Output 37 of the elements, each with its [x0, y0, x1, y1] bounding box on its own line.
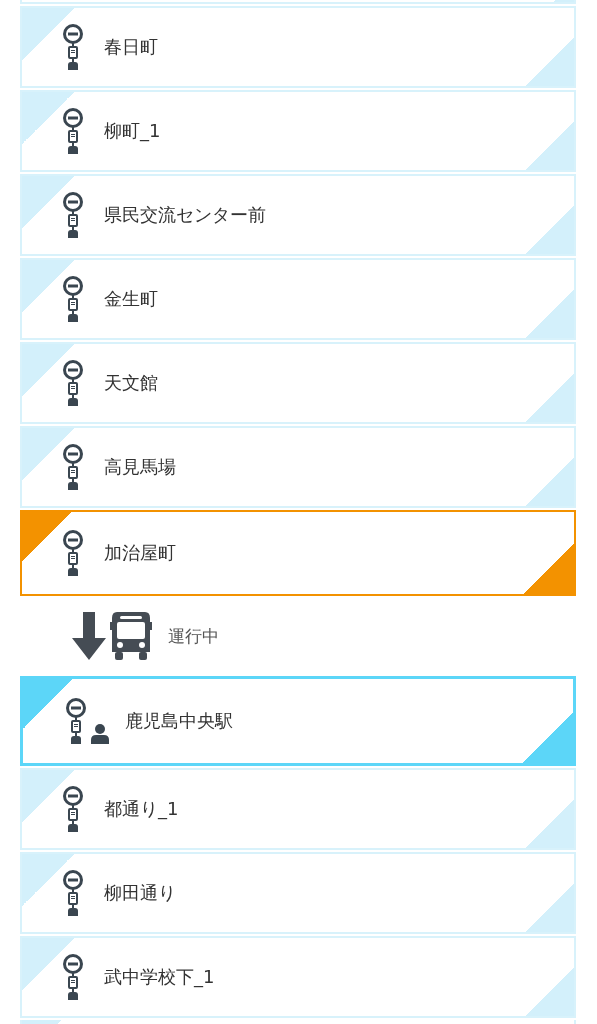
stop-name: 柳田通り — [104, 881, 176, 905]
bus-stop-card[interactable]: 天文館 — [20, 342, 576, 424]
stop-name: 鹿児島中央駅 — [125, 709, 233, 733]
bus-stop-card[interactable]: 都通り_1 — [20, 768, 576, 850]
stop-name: 高見馬場 — [104, 455, 176, 479]
bus-stop-icon — [62, 108, 84, 154]
bus-stop-icon — [62, 870, 84, 916]
bus-stop-icon — [62, 360, 84, 406]
bus-stop-card[interactable]: 加治屋町 — [20, 510, 576, 596]
bus-stop-icon — [62, 276, 84, 322]
stop-name: 県民交流センター前 — [104, 203, 266, 227]
bus-stop-card[interactable]: 鹿児島中央駅 — [20, 676, 576, 766]
bus-stop-card[interactable]: 武中学校下_1 — [20, 936, 576, 1018]
bus-stop-card[interactable]: 柳町_1 — [20, 90, 576, 172]
stop-name: 柳町_1 — [104, 119, 161, 143]
bus-status: 運行中 — [168, 624, 219, 648]
stop-name: 金生町 — [104, 287, 158, 311]
bus-stop-icon — [62, 24, 84, 70]
bus-stop-card[interactable]: 高見馬場 — [20, 426, 576, 508]
bus-stop-icon — [62, 786, 84, 832]
bus-stop-icon — [62, 954, 84, 1000]
down-arrow-icon — [72, 612, 106, 660]
stop-name: 都通り_1 — [104, 797, 179, 821]
bus-stop-card[interactable]: 金生町 — [20, 258, 576, 340]
bus-stop-icon — [62, 192, 84, 238]
bus-stop-icon — [62, 444, 84, 490]
stop-name: 天文館 — [104, 371, 158, 395]
bus-stop-card[interactable]: 柳田通り — [20, 852, 576, 934]
bus-stop-icon — [65, 698, 87, 744]
stop-name: 春日町 — [104, 35, 158, 59]
bus-stop-icon — [62, 530, 84, 576]
stop-name: 武中学校下_1 — [104, 965, 215, 989]
stop-name: 加治屋町 — [104, 541, 176, 565]
bus-icon — [110, 612, 152, 660]
bus-stop-card[interactable]: 春日町 — [20, 6, 576, 88]
person-icon — [91, 724, 109, 744]
bus-stop-card[interactable]: 県民交流センター前 — [20, 174, 576, 256]
